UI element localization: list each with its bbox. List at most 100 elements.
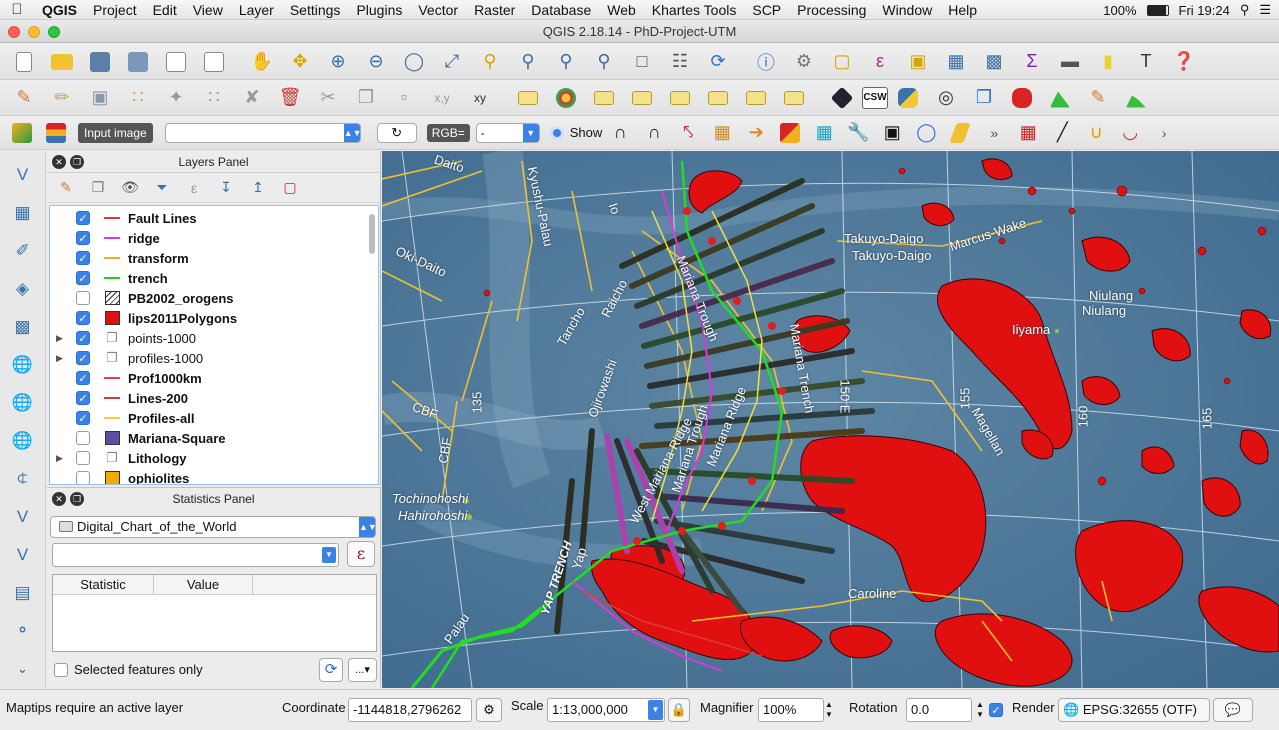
georeferencer-icon[interactable]: ◎ — [928, 83, 964, 113]
expand-arrow-icon[interactable]: ▶ — [56, 353, 70, 364]
show-hide-labels-icon[interactable] — [662, 83, 698, 113]
map-canvas[interactable]: Daito Kyushu-Palau Io Oki-Daito Raicho M… — [382, 151, 1279, 688]
expand-arrow-icon[interactable]: ▶ — [56, 453, 70, 464]
layer-visibility-checkbox[interactable]: ✓ — [76, 251, 90, 265]
layer-row[interactable]: ▶ ✓ ❐ points-1000 — [50, 328, 366, 348]
move-label-icon[interactable] — [700, 83, 736, 113]
menu-raster[interactable]: Raster — [466, 2, 523, 18]
zoom-out-icon[interactable]: ⊖ — [358, 47, 394, 77]
value-column-header[interactable]: Value — [154, 575, 253, 595]
layer-visibility-checkbox[interactable]: ✓ — [76, 211, 90, 225]
recalculate-button[interactable]: ⟳ — [319, 658, 343, 682]
add-mssql-layer-icon[interactable]: ▩ — [6, 311, 40, 343]
zoom-native-resolution-icon[interactable]: ◯ — [396, 47, 432, 77]
add-postgis-layer-icon[interactable]: ◈ — [6, 273, 40, 305]
statistics-field-select[interactable]: ▼ — [52, 543, 339, 567]
new-temporary-layer-icon[interactable]: ▤ — [6, 577, 40, 609]
messages-icon[interactable]: 💬 — [1213, 698, 1253, 722]
delete-selected-icon[interactable]: 🗑 — [272, 83, 308, 113]
layer-visibility-checkbox[interactable] — [76, 451, 90, 465]
composer-manager-icon[interactable] — [196, 47, 232, 77]
render-checkbox[interactable]: ✓ — [989, 703, 1003, 717]
add-gps-layer-icon[interactable]: ⚬ — [6, 615, 40, 647]
save-project-icon[interactable] — [82, 47, 118, 77]
menu-view[interactable]: View — [185, 2, 231, 18]
add-raster-layer-icon[interactable]: ▦ — [6, 197, 40, 229]
add-group-icon[interactable]: ❐ — [85, 176, 111, 200]
statistic-column-header[interactable]: Statistic — [53, 575, 154, 595]
curve-tool-icon[interactable]: ∪ — [1080, 118, 1112, 148]
layer-visibility-checkbox[interactable]: ✓ — [76, 391, 90, 405]
layer-row[interactable]: ✓ lips2011Polygons — [50, 308, 366, 328]
layer-visibility-checkbox[interactable]: ✓ — [76, 371, 90, 385]
rotate-label-icon[interactable] — [738, 83, 774, 113]
csv-import-icon[interactable]: CSW — [862, 86, 888, 109]
grid-tool-icon[interactable]: ▦ — [1012, 118, 1044, 148]
toolbar-expand-icon[interactable]: ⌄ — [6, 653, 40, 685]
refresh-image-list-button[interactable]: ↻ — [376, 122, 417, 143]
statistics-options-button[interactable]: ...▾ — [348, 658, 377, 682]
show-radio[interactable] — [549, 125, 564, 140]
spectral-plot-icon[interactable]: ⤣ — [672, 118, 704, 148]
show-statistical-summary-icon[interactable]: Σ — [1014, 47, 1050, 77]
new-shapefile-layer-icon[interactable]: V — [6, 539, 40, 571]
layer-visibility-checkbox[interactable] — [76, 431, 90, 445]
layer-row[interactable]: ▶ ✓ ❐ profiles-1000 — [50, 348, 366, 368]
show-bookmarks-icon[interactable]: ☷ — [662, 47, 698, 77]
menu-processing[interactable]: Processing — [789, 2, 874, 18]
new-project-icon[interactable] — [6, 47, 42, 77]
preview-redo-icon[interactable]: ◯ — [910, 118, 942, 148]
menu-settings[interactable]: Settings — [282, 2, 349, 18]
statistics-layer-select[interactable]: Digital_Chart_of_the_World ▲▼ — [50, 516, 377, 538]
arc-tool-icon[interactable]: ◡ — [1114, 118, 1146, 148]
crs-button[interactable]: 🌐 EPSG:32655 (OTF) — [1058, 698, 1210, 722]
filter-legend-icon[interactable]: ⏷ — [149, 176, 175, 200]
scp-raster-icon[interactable] — [6, 118, 38, 148]
remove-preview-icon[interactable] — [944, 118, 976, 148]
layer-row[interactable]: ▶ ❐ Lithology — [50, 448, 366, 468]
layer-visibility-checkbox[interactable]: ✓ — [76, 351, 90, 365]
select-features-icon[interactable]: ▢ — [824, 47, 860, 77]
battery-icon[interactable] — [1146, 4, 1169, 16]
notification-center-icon[interactable]: ☰ — [1259, 2, 1271, 18]
layer-styling-icon[interactable]: ✎ — [53, 176, 79, 200]
layer-tree[interactable]: ✓ Fault Lines ✓ ridge ✓ transform ✓ trench PB200… — [49, 205, 379, 485]
layer-row[interactable]: ✓ Profiles-all — [50, 408, 366, 428]
magnifier-stepper-icon[interactable]: ▲ ▼ — [825, 700, 833, 720]
pan-map-icon[interactable]: ✋ — [244, 47, 280, 77]
pin-labels-icon[interactable] — [624, 83, 660, 113]
menu-help[interactable]: Help — [940, 2, 985, 18]
help-contents-icon[interactable]: ❓ — [1166, 47, 1202, 77]
toggle-extents-icon[interactable]: ⚙ — [476, 698, 502, 722]
measure-line-icon[interactable]: ▬ — [1052, 47, 1088, 77]
menu-edit[interactable]: Edit — [145, 2, 185, 18]
open-field-calculator-icon[interactable]: ▩ — [976, 47, 1012, 77]
layer-row[interactable]: PB2002_orogens — [50, 288, 366, 308]
close-panel-icon[interactable]: ✕ — [52, 492, 66, 506]
layer-tree-scrollbar[interactable] — [367, 208, 377, 484]
clock[interactable]: Fri 19:24 — [1179, 3, 1230, 18]
profile-tool-icon[interactable] — [1118, 83, 1154, 113]
zoom-last-icon[interactable]: ⚲ — [548, 47, 584, 77]
manage-visibility-icon[interactable]: 👁 — [117, 176, 143, 200]
preview-icon[interactable]: ▦ — [808, 118, 840, 148]
menu-plugins[interactable]: Plugins — [348, 2, 410, 18]
scale-combo[interactable]: 1:13,000,000 ▼ — [547, 698, 665, 722]
menu-database[interactable]: Database — [523, 2, 599, 18]
new-print-composer-icon[interactable] — [158, 47, 194, 77]
menu-vector[interactable]: Vector — [410, 2, 466, 18]
copy-features-icon[interactable]: ❐ — [348, 83, 384, 113]
close-panel-icon[interactable]: ✕ — [52, 155, 66, 169]
expand-all-icon[interactable]: ↧ — [213, 176, 239, 200]
pan-to-selection-icon[interactable]: ✥ — [282, 47, 318, 77]
close-window-button[interactable] — [8, 26, 20, 38]
deselect-features-icon[interactable]: ▣ — [900, 47, 936, 77]
open-attribute-table-icon[interactable]: ▦ — [938, 47, 974, 77]
rotation-spinbox[interactable]: 0.0 — [906, 698, 972, 722]
zoom-to-selection-icon[interactable]: ⚲ — [472, 47, 508, 77]
python-console-icon[interactable] — [890, 83, 926, 113]
zoom-in-icon[interactable]: ⊕ — [320, 47, 356, 77]
stretch-std-icon[interactable]: ∩ — [638, 118, 670, 148]
paste-features-icon[interactable]: ▫ — [386, 83, 422, 113]
menu-layer[interactable]: Layer — [231, 2, 282, 18]
